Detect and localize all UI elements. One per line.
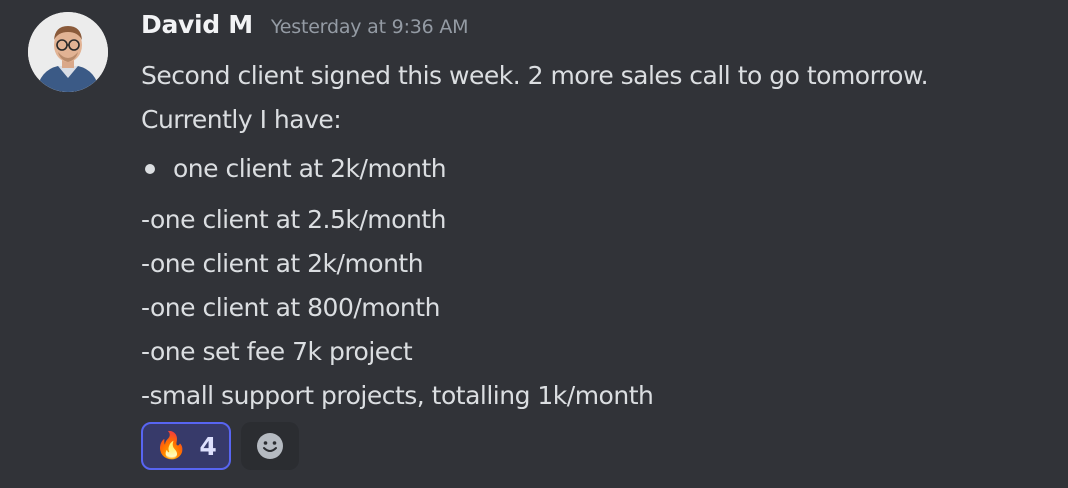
message-line: -one client at 2k/month <box>141 249 424 278</box>
message-intro: Second client signed this week. 2 more s… <box>141 54 1048 142</box>
message-content: David M Yesterday at 9:36 AM Second clie… <box>141 10 1048 470</box>
author-name[interactable]: David M <box>141 10 253 39</box>
list-item-text: one client at 2k/month <box>173 154 447 183</box>
message-line: -one set fee 7k project <box>141 337 413 366</box>
avatar[interactable] <box>28 12 108 92</box>
message-line: -one client at 800/month <box>141 293 440 322</box>
chat-message: David M Yesterday at 9:36 AM Second clie… <box>0 0 1068 488</box>
reaction-fire[interactable]: 🔥 4 <box>141 422 231 470</box>
avatar-photo-icon <box>28 12 108 92</box>
message-lines-after: -one client at 2.5k/month -one client at… <box>141 198 1048 418</box>
fire-emoji-icon: 🔥 <box>155 431 188 461</box>
reactions-bar: 🔥 4 <box>141 422 1048 470</box>
reaction-count: 4 <box>199 431 217 461</box>
message-header: David M Yesterday at 9:36 AM <box>141 10 1048 50</box>
bullet-dot-icon <box>145 164 155 174</box>
list-item: one client at 2k/month <box>141 146 1048 192</box>
bullet-list: one client at 2k/month <box>141 146 1048 192</box>
timestamp[interactable]: Yesterday at 9:36 AM <box>271 16 469 38</box>
message-line: Second client signed this week. 2 more s… <box>141 61 929 90</box>
message-line: Currently I have: <box>141 105 342 134</box>
add-reaction-button[interactable] <box>240 422 299 470</box>
message-line: -one client at 2.5k/month <box>141 205 446 234</box>
message-line: -small support projects, totalling 1k/mo… <box>141 381 654 410</box>
smiley-add-reaction-icon <box>256 433 283 459</box>
